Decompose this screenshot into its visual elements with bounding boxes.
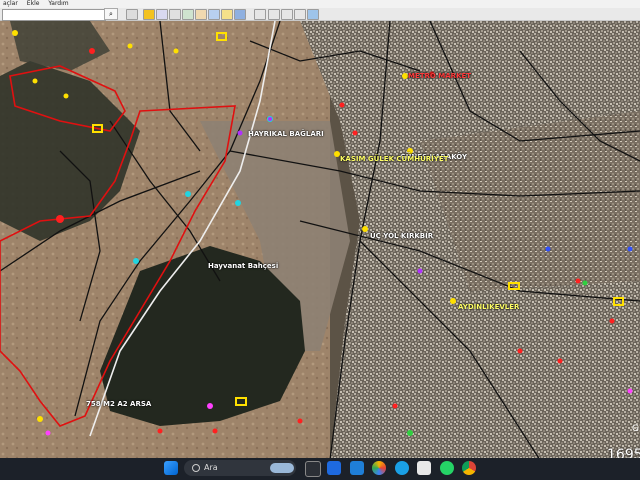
map-canvas[interactable] — [0, 21, 640, 460]
map-label-hayrikal[interactable]: HAYRIKAL BAĞLARI — [248, 130, 324, 138]
map-label-aydinlikevler[interactable]: AYDINLIKEVLER — [458, 303, 519, 311]
map-label-uc-yol[interactable]: ÜÇ YOL KIRKBIR — [370, 232, 433, 240]
store-icon[interactable] — [395, 461, 409, 475]
menu-item-add[interactable]: Ekle — [27, 0, 40, 8]
google-earth-window: açlar Ekle Yardım ⌕ METRO MARKET HAYRIKA… — [0, 0, 640, 480]
copyright-fragment: G — [632, 424, 639, 434]
image-overlay-icon[interactable] — [182, 9, 194, 20]
widgets-icon[interactable] — [270, 463, 294, 473]
map-label-metro-market[interactable]: METRO MARKET — [408, 72, 471, 80]
print-icon[interactable] — [281, 9, 293, 20]
search-input[interactable] — [2, 9, 106, 21]
edge-icon[interactable] — [372, 461, 386, 475]
placemark-icon[interactable] — [143, 9, 155, 20]
map-label-arsa[interactable]: 758 M2 A2 ARSA — [86, 400, 151, 408]
sunlight-icon[interactable] — [221, 9, 233, 20]
chrome-icon[interactable] — [462, 461, 476, 475]
steam-icon[interactable] — [440, 461, 454, 475]
search-icon — [192, 464, 200, 472]
taskbar-search-label: Ara — [204, 463, 218, 472]
menu-item-views[interactable]: açlar — [3, 0, 18, 8]
polygon-icon[interactable] — [156, 9, 168, 20]
windows-start-icon[interactable] — [164, 461, 178, 475]
planets-icon[interactable] — [234, 9, 246, 20]
path-icon[interactable] — [169, 9, 181, 20]
view-in-maps-icon[interactable] — [307, 9, 319, 20]
save-image-icon[interactable] — [294, 9, 306, 20]
menu-item-help[interactable]: Yardım — [48, 0, 68, 8]
record-tour-icon[interactable] — [195, 9, 207, 20]
google-earth-icon[interactable] — [327, 461, 341, 475]
task-view-icon[interactable] — [305, 461, 321, 477]
satellite-map-view[interactable] — [0, 21, 640, 460]
ruler-icon[interactable] — [254, 9, 266, 20]
whatsapp-icon[interactable] — [417, 461, 431, 475]
historical-imagery-icon[interactable] — [208, 9, 220, 20]
search-button[interactable]: ⌕ — [104, 8, 118, 20]
email-icon[interactable] — [268, 9, 280, 20]
map-label-kasim-gulek[interactable]: KASIM GÜLEK CUMHURİYET — [340, 155, 448, 163]
hide-sidebar-icon[interactable] — [126, 9, 138, 20]
photos-icon[interactable] — [350, 461, 364, 475]
menu-bar: açlar Ekle Yardım — [0, 0, 640, 8]
map-label-hayvanat-bahcesi[interactable]: Hayvanat Bahçesi — [208, 262, 278, 270]
